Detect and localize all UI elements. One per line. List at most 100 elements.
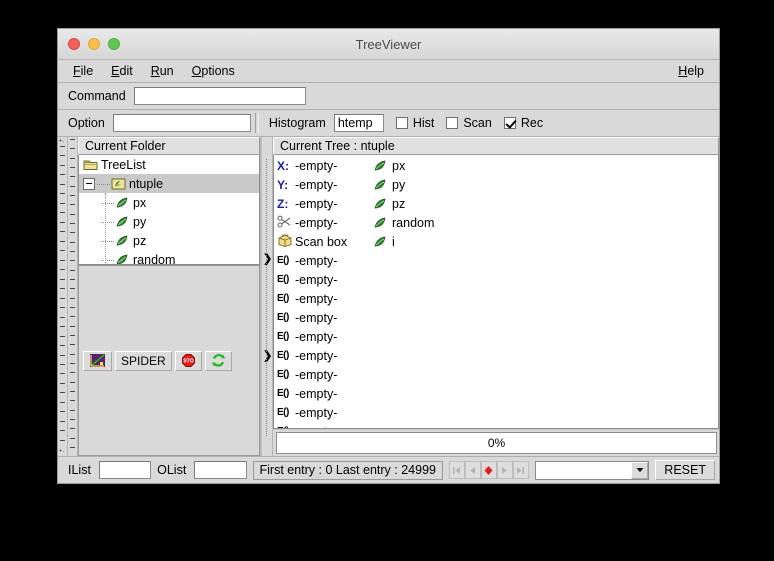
slot-row-expr[interactable]: E() -empty- bbox=[274, 422, 718, 429]
refresh-button[interactable] bbox=[205, 351, 232, 371]
slot-leaf[interactable]: px bbox=[373, 159, 405, 173]
slot-value: -empty- bbox=[295, 387, 367, 401]
slot-leaf-label: pz bbox=[392, 197, 405, 211]
slot-row-scanbox[interactable]: Scan box i bbox=[274, 232, 718, 251]
menu-edit[interactable]: Edit bbox=[102, 62, 142, 80]
ilist-input[interactable] bbox=[99, 461, 151, 479]
slot-value: -empty- bbox=[295, 159, 367, 173]
left-gutter-inner[interactable] bbox=[68, 137, 78, 456]
leaf-icon bbox=[115, 196, 130, 209]
stop-icon: STO bbox=[181, 353, 196, 368]
slot-value: -empty- bbox=[295, 197, 367, 211]
option-input[interactable] bbox=[113, 114, 251, 132]
first-entry-button[interactable] bbox=[449, 461, 465, 479]
maximize-button[interactable] bbox=[108, 38, 120, 50]
slot-row-expr[interactable]: E() -empty- bbox=[274, 251, 718, 270]
axis-z-label: Z: bbox=[277, 197, 295, 211]
slot-row-expr[interactable]: E() -empty- bbox=[274, 327, 718, 346]
reset-button[interactable]: RESET bbox=[655, 460, 715, 480]
checkbox-hist[interactable]: Hist bbox=[396, 116, 435, 130]
rec-checkbox-label: Rec bbox=[521, 116, 543, 130]
slot-row-expr[interactable]: E() -empty- bbox=[274, 308, 718, 327]
slot-value: Scan box bbox=[295, 235, 367, 249]
slot-row-y[interactable]: Y: -empty- py bbox=[274, 175, 718, 194]
slot-row-expr[interactable]: E() -empty- bbox=[274, 365, 718, 384]
menu-help[interactable]: Help bbox=[669, 62, 713, 80]
expression-icon: E() bbox=[277, 312, 295, 323]
leaf-icon bbox=[373, 159, 388, 172]
current-folder-header: Current Folder bbox=[78, 137, 260, 155]
record-button[interactable] bbox=[481, 461, 497, 479]
slot-value: -empty- bbox=[295, 216, 367, 230]
folder-icon bbox=[83, 158, 98, 171]
slot-leaf-label: i bbox=[392, 235, 395, 249]
olist-input[interactable] bbox=[194, 461, 246, 479]
slot-value: -empty- bbox=[295, 254, 367, 268]
panel-splitter[interactable]: ❯ ❯ bbox=[261, 137, 273, 456]
histogram-input[interactable]: htemp bbox=[334, 114, 384, 132]
menubar: File Edit Run Options Help bbox=[58, 60, 719, 83]
splitter-arrow-icon[interactable]: ❯ bbox=[263, 255, 272, 263]
tree-item-ntuple[interactable]: ntuple bbox=[79, 174, 259, 193]
left-gutter-outer[interactable] bbox=[58, 137, 68, 456]
slot-row-expr[interactable]: E() -empty- bbox=[274, 384, 718, 403]
scissors-icon bbox=[277, 215, 295, 231]
menu-file[interactable]: File bbox=[64, 62, 102, 80]
histogram-label: Histogram bbox=[263, 116, 334, 130]
tree-dash bbox=[101, 221, 114, 223]
menu-options-rest: ptions bbox=[201, 64, 234, 78]
checkbox-scan[interactable]: Scan bbox=[446, 116, 492, 130]
checkbox-rec[interactable]: Rec bbox=[504, 116, 543, 130]
rec-checkbox-box[interactable] bbox=[504, 117, 516, 129]
slot-leaf[interactable]: py bbox=[373, 178, 405, 192]
chevron-down-icon[interactable] bbox=[631, 462, 648, 479]
slot-row-expr[interactable]: E() -empty- bbox=[274, 270, 718, 289]
last-entry-button[interactable] bbox=[513, 461, 529, 479]
tree-item-label: pz bbox=[133, 234, 146, 248]
hist-checkbox-box[interactable] bbox=[396, 117, 408, 129]
close-button[interactable] bbox=[68, 38, 80, 50]
menu-help-rest: elp bbox=[687, 64, 704, 78]
olist-label: OList bbox=[151, 463, 194, 477]
spider-toolbar: SPIDER STO bbox=[78, 265, 260, 456]
tree-dash bbox=[101, 240, 114, 242]
previous-entry-button[interactable] bbox=[465, 461, 481, 479]
entry-combobox[interactable] bbox=[535, 461, 649, 480]
slot-leaf[interactable]: i bbox=[373, 235, 395, 249]
folder-tree[interactable]: TreeList ntuple bbox=[78, 155, 260, 265]
ilist-label: IList bbox=[62, 463, 99, 477]
reset-button-label: RESET bbox=[664, 463, 706, 477]
menu-run[interactable]: Run bbox=[142, 62, 183, 80]
slot-leaf[interactable]: pz bbox=[373, 197, 405, 211]
slot-row-z[interactable]: Z: -empty- pz bbox=[274, 194, 718, 213]
entry-range-info: First entry : 0 Last entry : 24999 bbox=[253, 461, 443, 480]
tree-slot-list[interactable]: X: -empty- px Y: -empty- bbox=[273, 155, 719, 429]
slot-row-expr[interactable]: E() -empty- bbox=[274, 289, 718, 308]
slot-row-x[interactable]: X: -empty- px bbox=[274, 156, 718, 175]
collapse-expander-icon[interactable] bbox=[83, 178, 95, 190]
slot-value: -empty- bbox=[295, 273, 367, 287]
stop-button[interactable]: STO bbox=[175, 351, 202, 371]
command-input[interactable] bbox=[134, 87, 306, 105]
slot-row-expr[interactable]: E() -empty- bbox=[274, 346, 718, 365]
tree-item-label: random bbox=[133, 253, 175, 266]
tree-item-treelist[interactable]: TreeList bbox=[79, 155, 259, 174]
slot-row-cut[interactable]: -empty- random bbox=[274, 213, 718, 232]
tree-dash bbox=[101, 202, 114, 204]
option-label: Option bbox=[62, 116, 113, 130]
progress-label: 0% bbox=[488, 436, 505, 450]
spider-button[interactable]: SPIDER bbox=[115, 351, 172, 371]
leaf-icon bbox=[115, 234, 130, 247]
progress-strip: 0% bbox=[273, 429, 719, 456]
tree-item-label: TreeList bbox=[101, 158, 146, 172]
menu-options[interactable]: Options bbox=[183, 62, 244, 80]
slot-row-expr[interactable]: E() -empty- bbox=[274, 403, 718, 422]
scan-checkbox-box[interactable] bbox=[446, 117, 458, 129]
expression-icon: E() bbox=[277, 388, 295, 399]
minimize-button[interactable] bbox=[88, 38, 100, 50]
slot-leaf[interactable]: random bbox=[373, 216, 434, 230]
next-entry-button[interactable] bbox=[497, 461, 513, 479]
tree-dash bbox=[101, 259, 114, 261]
plot-button[interactable] bbox=[83, 351, 112, 371]
splitter-arrow-icon[interactable]: ❯ bbox=[263, 352, 272, 360]
